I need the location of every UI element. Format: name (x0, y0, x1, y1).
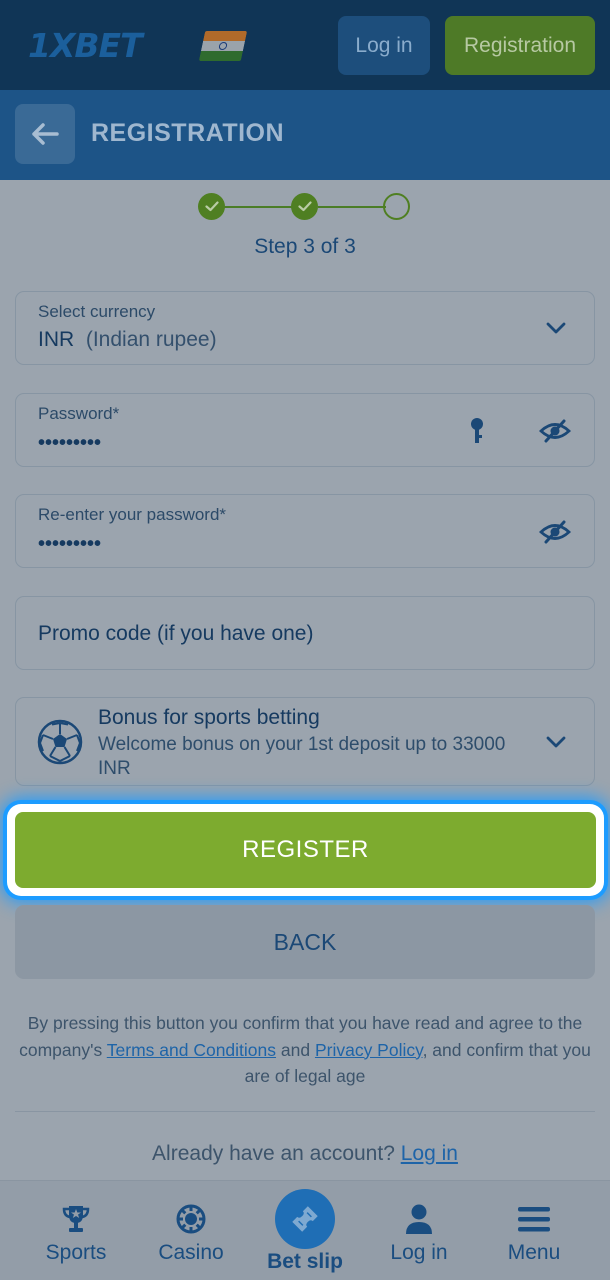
page-title: REGISTRATION (91, 119, 285, 147)
back-button[interactable]: BACK (15, 905, 595, 979)
chevron-down-icon[interactable] (544, 732, 568, 752)
confirm-password-field[interactable]: Re-enter your password* ••••••••• (15, 494, 595, 568)
currency-value: INR (Indian rupee) (38, 328, 217, 352)
password-field[interactable]: Password* ••••••••• (15, 393, 595, 467)
already-have-account: Already have an account? Log in (152, 1142, 458, 1165)
trophy-icon (60, 1203, 92, 1235)
legal-text: By pressing this button you confirm that… (19, 1013, 591, 1086)
soccer-ball-icon (36, 718, 84, 766)
divider (15, 1111, 595, 1112)
nav-label-sports: Sports (45, 1241, 107, 1264)
nav-item-login[interactable]: Log in (378, 1181, 460, 1280)
nav-label-betslip: Bet slip (267, 1250, 343, 1273)
nav-item-casino[interactable]: Casino (150, 1181, 232, 1280)
nav-label-menu: Menu (507, 1241, 561, 1264)
currency-name: (Indian rupee) (85, 328, 217, 351)
brand-logo[interactable]: 1XBET (28, 26, 143, 65)
nav-label-login: Log in (390, 1241, 448, 1264)
login-link[interactable]: Log in (401, 1142, 458, 1165)
promo-code-input[interactable]: Promo code (if you have one) (15, 596, 595, 670)
password-value: ••••••••• (38, 432, 102, 454)
register-button-highlight: REGISTER (7, 804, 604, 896)
top-header: 1XBET Log in Registration (0, 0, 610, 90)
casino-chip-icon (176, 1203, 206, 1235)
ticket-icon (292, 1206, 318, 1232)
step-3-current-icon (383, 193, 410, 220)
confirm-password-value: ••••••••• (38, 533, 102, 555)
step-label: Step 3 of 3 (254, 235, 356, 258)
user-icon (405, 1203, 433, 1235)
header-registration-button[interactable]: Registration (445, 16, 595, 75)
currency-code: INR (38, 328, 75, 351)
india-flag-icon[interactable] (198, 31, 248, 61)
bonus-title: Bonus for sports betting (98, 706, 320, 729)
step-progress (198, 193, 412, 221)
nav-item-menu[interactable]: Menu (496, 1181, 572, 1280)
nav-item-sports[interactable]: Sports (36, 1181, 116, 1280)
key-icon[interactable] (466, 416, 488, 446)
bonus-description: Welcome bonus on your 1st deposit up to … (98, 734, 506, 779)
step-2-complete-icon (291, 193, 318, 220)
nav-label-casino: Casino (158, 1241, 224, 1264)
promo-code-placeholder: Promo code (if you have one) (38, 622, 314, 645)
nav-item-betslip[interactable] (275, 1189, 335, 1249)
privacy-policy-link[interactable]: Privacy Policy (315, 1040, 423, 1060)
header-login-button[interactable]: Log in (338, 16, 430, 75)
registration-header: REGISTRATION (0, 90, 610, 180)
step-1-complete-icon (198, 193, 225, 220)
eye-hidden-icon[interactable] (538, 517, 572, 547)
eye-hidden-icon[interactable] (538, 416, 572, 446)
bonus-select[interactable]: Bonus for sports betting Welcome bonus o… (15, 697, 595, 786)
currency-label: Select currency (38, 302, 156, 321)
password-label: Password* (38, 404, 120, 423)
confirm-password-label: Re-enter your password* (38, 505, 227, 524)
back-arrow-button[interactable] (15, 104, 75, 164)
terms-link[interactable]: Terms and Conditions (107, 1040, 276, 1060)
chevron-down-icon[interactable] (544, 318, 568, 338)
register-button[interactable]: REGISTER (15, 812, 596, 888)
arrow-left-icon (32, 123, 59, 145)
hamburger-menu-icon (518, 1203, 550, 1235)
currency-select[interactable]: Select currency INR (Indian rupee) (15, 291, 595, 365)
